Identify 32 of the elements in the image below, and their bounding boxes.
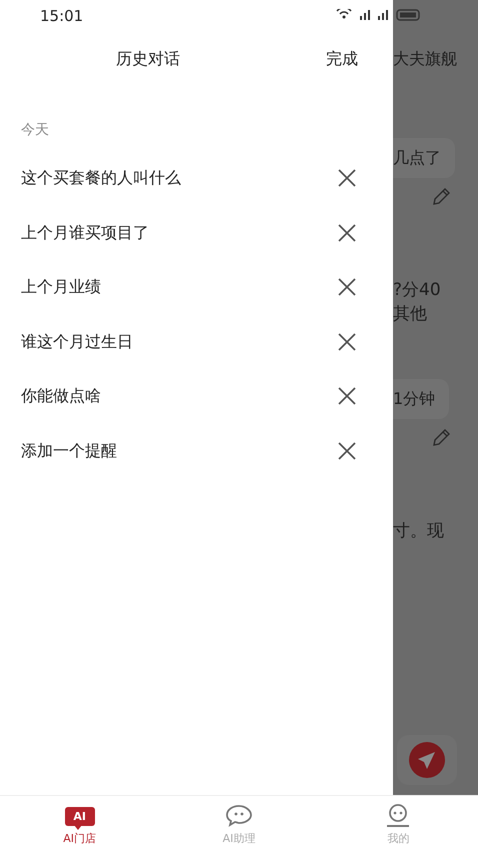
signal-icon xyxy=(360,10,370,20)
close-icon[interactable] xyxy=(338,169,356,188)
close-icon[interactable] xyxy=(338,442,356,460)
section-label: 今天 xyxy=(21,122,49,138)
close-icon[interactable] xyxy=(338,278,356,296)
chat-bubble-icon xyxy=(224,804,253,828)
close-icon[interactable] xyxy=(338,332,356,351)
battery-icon xyxy=(396,9,420,21)
history-item[interactable]: 上个月谁买项目了 xyxy=(0,206,393,260)
history-item[interactable]: 你能做点啥 xyxy=(0,369,393,424)
history-item[interactable]: 谁这个月过生日 xyxy=(0,314,393,369)
reply-text: 寸。现 xyxy=(393,520,445,543)
drawer-title: 历史对话 xyxy=(116,48,180,70)
reply-text: 其他 xyxy=(393,303,428,326)
history-item[interactable]: 这个买套餐的人叫什么 xyxy=(0,151,393,206)
chat-title: 大夫旗舰 xyxy=(393,48,457,70)
profile-icon xyxy=(385,804,412,828)
reply-text: ?分40 xyxy=(393,279,442,302)
wifi-icon xyxy=(336,9,352,21)
message-bubble: 1分钟 xyxy=(393,379,450,419)
done-button[interactable]: 完成 xyxy=(326,46,358,70)
signal-icon xyxy=(378,10,388,20)
status-time: 15:01 xyxy=(40,6,84,27)
history-item[interactable]: 上个月业绩 xyxy=(0,260,393,314)
close-icon[interactable] xyxy=(338,387,356,406)
close-icon[interactable] xyxy=(338,224,356,242)
pencil-icon[interactable] xyxy=(430,186,452,208)
pencil-icon[interactable] xyxy=(430,427,452,449)
nav-tab[interactable]: AI AI门店 xyxy=(0,804,160,848)
history-item[interactable]: 添加一个提醒 xyxy=(0,424,393,478)
message-bubble: 几点了 xyxy=(393,138,455,178)
send-icon[interactable] xyxy=(409,742,445,778)
